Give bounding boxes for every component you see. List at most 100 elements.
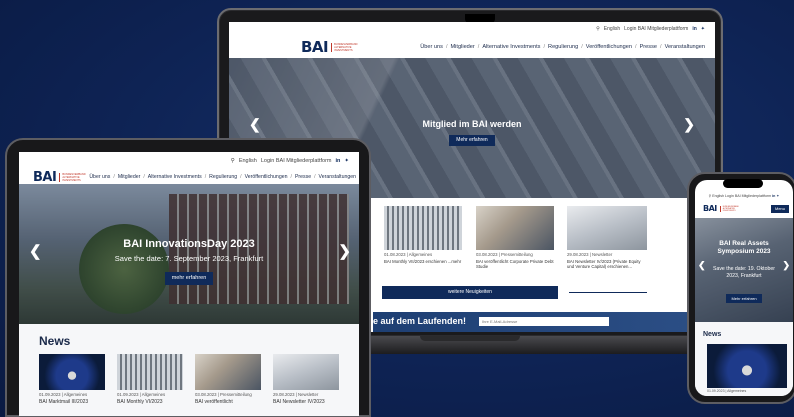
menu-button[interactable]: Menu [771,205,789,213]
news-title: BAI Newsletter IV/2023 (Private Equity u… [567,259,641,270]
nav-item-veroeffentlichungen[interactable]: Veröffentlichungen [245,174,288,180]
hero-subtitle: Save the date: 19. Oktober 2023, Frankfu… [712,266,775,279]
hero-banner: ❮ ❯ BAI Real Assets Symposium 2023 Save … [695,218,793,322]
news-card[interactable]: 03.08.2023 | Pressemitteilung BAI veröff… [476,206,554,270]
nav-sep: / [290,174,292,180]
logo-mark: BAI [703,204,717,213]
logo-tagline: BUNDESVERBAND ALTERNATIVE INVESTMENTS [719,205,739,212]
nav-item-alternative-investments[interactable]: Alternative Investments [148,174,202,180]
news-title: BAI Marktmail III/2023 [39,399,89,405]
more-news-button[interactable]: weitere Neuigkeiten [382,286,558,299]
newsletter-band: e auf dem Laufenden! [373,312,715,332]
nav-sep: / [581,44,583,50]
nav-item-presse[interactable]: Presse [640,44,657,50]
nav-sep: / [477,44,480,50]
tablet-device: ⚲ English Login BAI Mitgliederplattform … [5,138,371,417]
phone-screen: ⚲ English Login BAI Mitgliederplattform … [695,180,793,396]
nav-item-presse[interactable]: Presse [295,174,311,180]
hero-banner: ❮ ❯ BAI InnovationsDay 2023 Save the dat… [19,184,359,324]
news-meta: 29.08.2023 | Newsletter [273,392,319,397]
search-icon[interactable]: ⚲ [231,158,235,164]
login-link[interactable]: Login BAI Mitgliederplattform [624,26,688,32]
login-link[interactable]: Login BAI Mitgliederplattform [261,158,332,164]
lang-link[interactable]: English [712,194,724,198]
logo[interactable]: BAI BUNDESVERBAND ALTERNATIVE INVESTMENT… [301,38,361,56]
divider [569,292,647,293]
lang-link[interactable]: English [604,26,620,32]
hero-title: BAI InnovationsDay 2023 [123,238,255,250]
news-thumbnail [195,354,261,390]
news-title: BAI Newsletter IV/2023 [273,399,325,405]
main-nav: Über uns / Mitglieder / Alternative Invest… [420,44,705,50]
news-card[interactable]: 01.09.2023 | Allgemeines BAI Marktmail I… [39,354,105,405]
linkedin-icon[interactable]: in [692,26,696,32]
news-section: News 01.09.2023 | Allgemeines BAI Marktm… [19,324,359,416]
news-card[interactable]: 29.08.2023 | Newsletter BAI Newsletter I… [567,206,647,270]
nav-item-veroeffentlichungen[interactable]: Veröffentlichungen [586,44,632,50]
news-thumbnail [567,206,647,250]
newsletter-heading: e auf dem Laufenden! [373,316,467,326]
twitter-icon[interactable]: ✦ [344,158,349,164]
search-icon[interactable]: ⚲ [596,26,600,32]
laptop-base-slot [420,336,520,341]
section-title: News [703,331,722,338]
twitter-icon[interactable]: ✦ [776,194,779,198]
nav-item-mitglieder[interactable]: Mitglieder [118,174,141,180]
news-thumbnail [273,354,339,390]
nav-item-ueber-uns[interactable]: Über uns [420,44,443,50]
news-meta: 01.09.2023 | Allgemeines [39,392,88,397]
hero-button[interactable]: Mehr erfahren [449,135,495,146]
header: BAI BUNDESVERBAND ALTERNATIVE INVESTMENT… [229,36,715,58]
news-thumbnail [384,206,462,250]
news-card[interactable]: 03.08.2023 | Pressemitteilung BAI veröff… [195,354,261,405]
main-nav: Über uns / Mitglieder / Alternative Invest… [89,174,356,180]
news-meta: 01.08.2023 | Allgemeines [384,252,433,257]
logo[interactable]: BAI BUNDESVERBAND ALTERNATIVE INVESTMENT… [703,204,739,213]
news-card[interactable]: 29.08.2023 | Newsletter BAI Newsletter I… [273,354,339,405]
nav-sep: / [314,174,316,180]
hero-button[interactable]: Mehr erfahren [726,294,762,303]
news-title: BAI Monthly VI/2023 [117,399,163,405]
lang-link[interactable]: English [239,158,257,164]
linkedin-icon[interactable]: in [772,194,775,198]
logo-mark: BAI [33,169,57,185]
nav-item-regulierung[interactable]: Regulierung [209,174,237,180]
news-card[interactable]: 01.08.2023 | Allgemeines BAI Monthly VII… [384,206,462,264]
news-meta: 03.08.2023 | Pressemitteilung [195,392,252,397]
nav-sep: / [240,174,242,180]
news-section: News 01.09.2023 | Allgemeines [695,322,793,396]
linkedin-icon[interactable]: in [336,158,341,164]
logo-tagline: BUNDESVERBAND ALTERNATIVE INVESTMENTS [59,172,89,182]
topbar: ⚲ English Login BAI Mitgliederplattform … [19,152,359,170]
nav-item-mitglieder[interactable]: Mitglieder [451,44,475,50]
nav-sep: / [113,174,115,180]
twitter-icon[interactable]: ✦ [701,26,705,32]
nav-item-regulierung[interactable]: Regulierung [548,44,578,50]
logo[interactable]: BAI BUNDESVERBAND ALTERNATIVE INVESTMENT… [33,170,89,185]
news-meta: 03.08.2023 | Pressemitteilung [476,252,533,257]
search-icon[interactable]: ⚲ [709,194,712,198]
nav-item-veranstaltungen[interactable]: Veranstaltungen [665,44,705,50]
news-title: BAI Monthly VII/2023 erschienen ...mehr [384,259,462,264]
news-meta: 29.08.2023 | Newsletter [567,252,613,257]
hero-subtitle: Save the date: 7. September 2023, Frankf… [114,254,264,263]
nav-sep: / [204,174,207,180]
news-title: BAI veröffentlicht Corporate Private Deb… [476,259,554,270]
logo-tagline: BUNDESVERBAND ALTERNATIVE INVESTMENTS [331,42,361,52]
news-meta: 01.09.2023 | Allgemeines [707,389,747,393]
hero-button[interactable]: mehr erfahren [165,272,213,285]
header: BAI BUNDESVERBAND ALTERNATIVE INVESTMENT… [19,170,359,185]
tablet-screen: ⚲ English Login BAI Mitgliederplattform … [19,152,359,416]
news-card[interactable]: 01.09.2023 | Allgemeines BAI Monthly VI/… [117,354,183,405]
news-thumbnail [476,206,554,250]
hero-title: BAI Real Assets Symposium 2023 [717,240,771,256]
nav-item-alternative-investments[interactable]: Alternative Investments [482,44,540,50]
nav-item-ueber-uns[interactable]: Über uns [89,174,110,180]
nav-item-veranstaltungen[interactable]: Veranstaltungen [319,174,357,180]
nav-sep: / [635,44,637,50]
news-thumbnail[interactable] [707,344,787,388]
newsletter-email-input[interactable] [479,317,609,326]
phone-device: ⚲ English Login BAI Mitgliederplattform … [687,172,794,404]
hero-title: Mitglied im BAI werden [422,119,522,129]
login-link[interactable]: Login BAI Mitgliederplattform [725,194,771,198]
